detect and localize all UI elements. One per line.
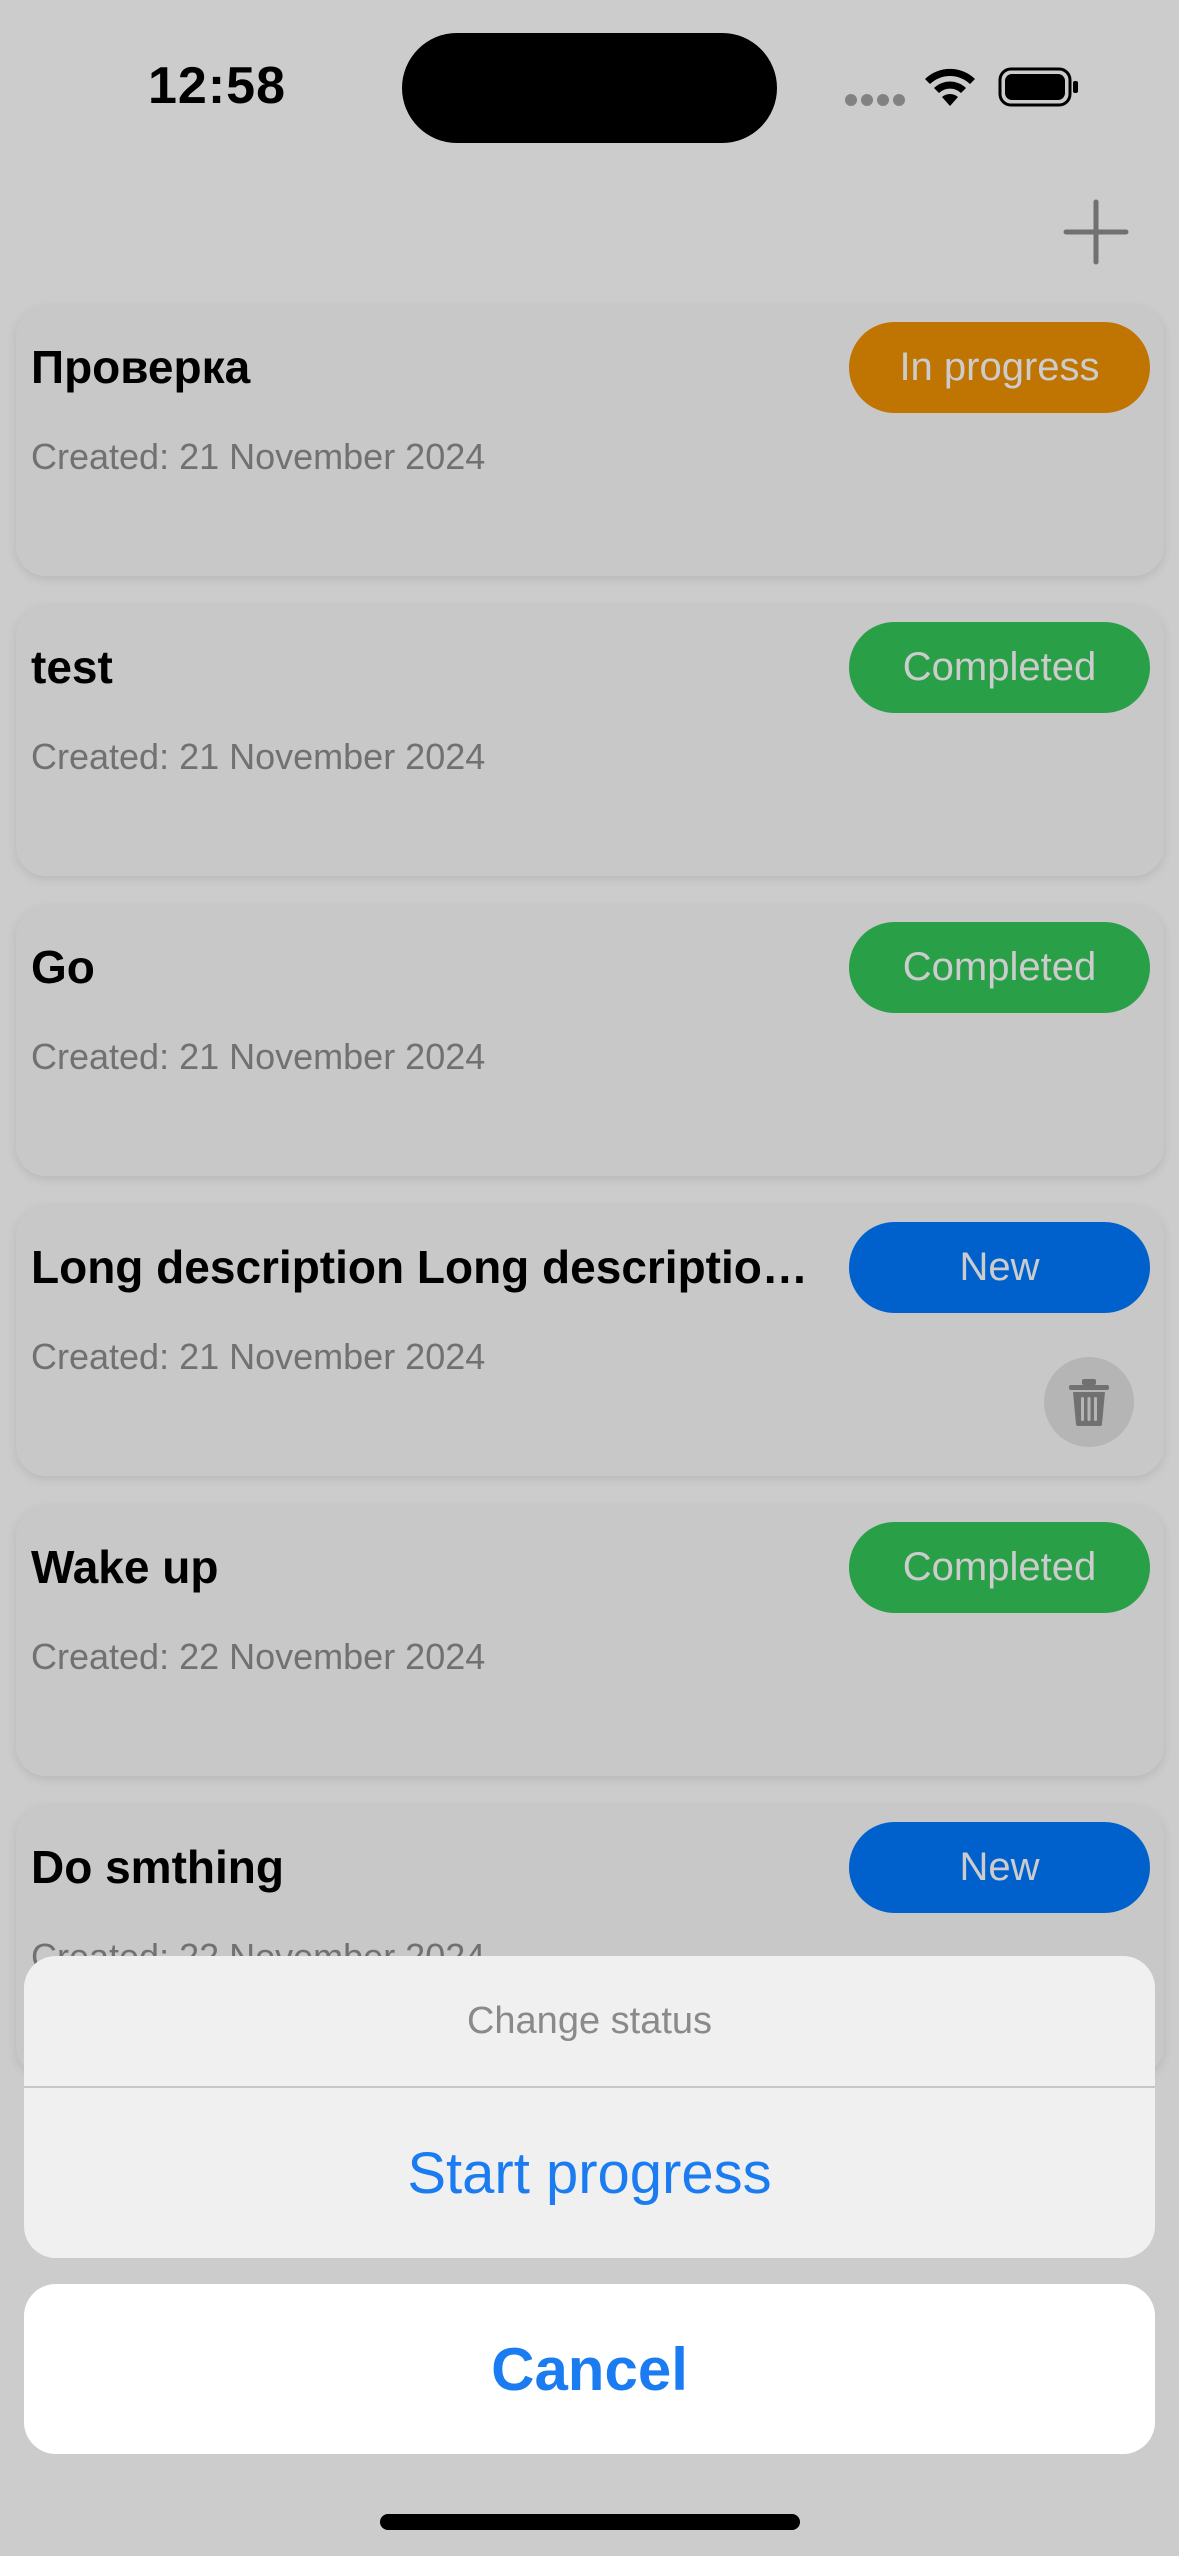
start-progress-button[interactable]: Start progress [24, 2088, 1155, 2258]
change-status-action-sheet: Change status Start progress [24, 1956, 1155, 2258]
cancel-button[interactable]: Cancel [24, 2284, 1155, 2454]
home-indicator[interactable] [380, 2514, 800, 2530]
action-sheet-title: Change status [466, 1999, 713, 2042]
